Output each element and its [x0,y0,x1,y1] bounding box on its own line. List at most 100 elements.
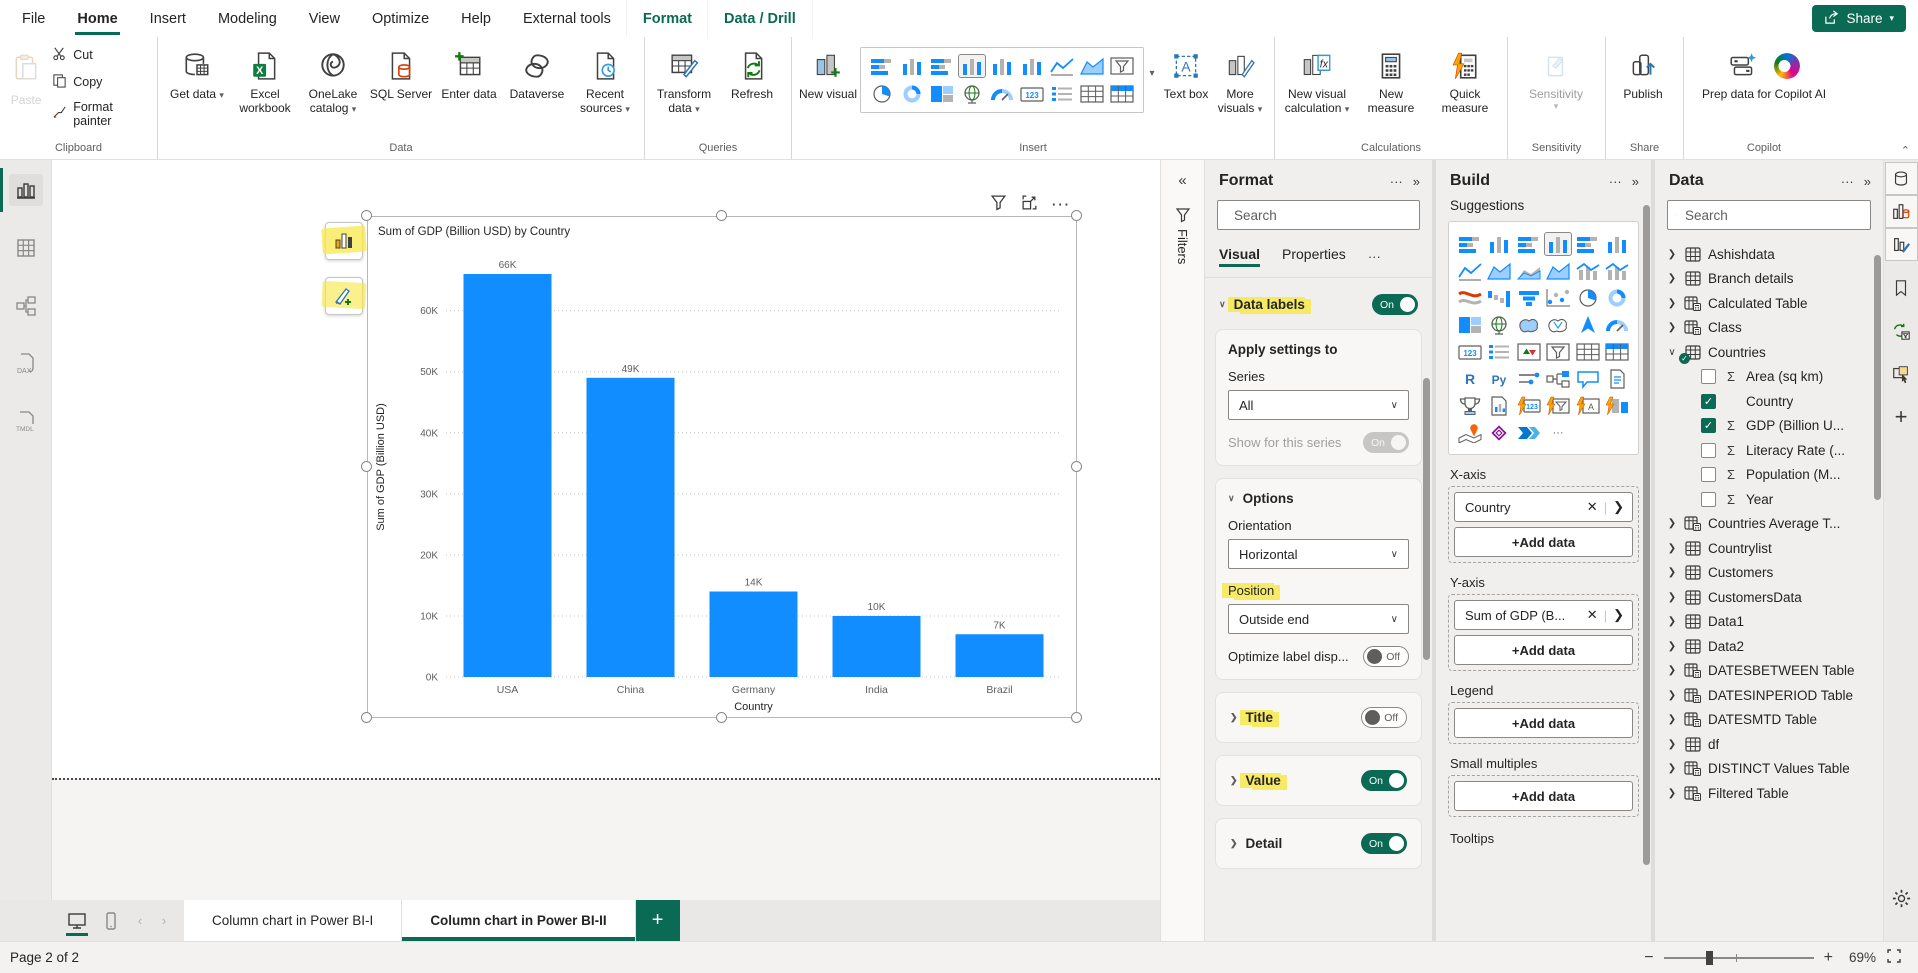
table-row-data2[interactable]: ❯Data2 [1661,634,1879,659]
table-icon[interactable] [1079,83,1105,105]
chevron-down-icon[interactable]: ∨ [1228,493,1235,504]
show-for-series-toggle[interactable]: On [1363,432,1409,453]
power-apps-icon[interactable] [1486,422,1512,444]
chevron-right-icon[interactable]: ❯ [1667,690,1677,701]
chevron-down-icon[interactable]: ∨ [1667,347,1677,358]
on-object-build-button[interactable] [325,222,363,260]
sensitivity-button[interactable]: Sensitivity ▾ [1514,41,1598,133]
stacked-column-chart-icon[interactable] [1486,233,1512,255]
chevron-right-icon[interactable]: ❯ [1667,763,1677,774]
field-checkbox[interactable] [1701,369,1716,384]
chevron-right-icon[interactable]: ❯ [1667,641,1677,652]
data-search[interactable] [1667,200,1871,230]
table-row-branch-details[interactable]: ❯Branch details [1661,267,1879,292]
paginated-report-icon[interactable] [1486,395,1512,417]
python-visual-icon[interactable]: Py [1486,368,1512,390]
format-painter-button[interactable]: Format painter [50,98,151,130]
line-and-stacked-column-chart-icon[interactable] [1575,260,1601,282]
clustered-column-chart-icon[interactable] [1545,233,1571,255]
tab-visual[interactable]: Visual [1219,246,1260,267]
remove-field-icon[interactable]: ✕ [1587,607,1598,623]
chevron-right-icon[interactable]: ❯ [1667,518,1677,529]
data-pane-button[interactable] [1885,162,1918,195]
table-row-data1[interactable]: ❯Data1 [1661,610,1879,635]
prep-data-copilot-button[interactable]: Prep data for Copilot AI [1690,41,1838,133]
100-stacked-column-chart-icon[interactable] [989,55,1015,77]
expand-pane-chevron[interactable]: « [1178,172,1186,189]
resize-handle[interactable] [361,712,372,723]
settings-gear-icon[interactable] [1885,882,1918,915]
treemap-icon[interactable] [1457,314,1483,336]
data-labels-section-label[interactable]: Data labels [1234,297,1305,312]
funnel-chart-icon[interactable] [1516,287,1542,309]
collapse-ribbon-chevron[interactable]: ⌃ [1901,144,1910,157]
zoom-in-button[interactable]: + [1824,949,1833,967]
get-data-button[interactable]: Get data ▾ [164,41,230,133]
field-row-gdp-billion-u-[interactable]: ✓ΣGDP (Billion U... [1661,414,1879,439]
mobile-layout-button[interactable] [96,906,126,936]
filter-icon[interactable] [990,194,1007,214]
shape-map-icon[interactable] [1545,314,1571,336]
table-row-datesmtd-table[interactable]: ❯DATESMTD Table [1661,708,1879,733]
field-options-chevron[interactable]: ❯ [1613,607,1624,623]
zoom-out-button[interactable]: − [1644,949,1653,967]
page-tab-column-chart-in-power-bi-i[interactable]: Column chart in Power BI-I [184,900,402,941]
slicer-icon[interactable] [1545,341,1571,363]
line-and-clustered-column-chart-icon[interactable] [1604,260,1630,282]
new-card-icon[interactable]: 123 [1516,395,1542,417]
more-tabs-icon[interactable]: ··· [1368,249,1381,264]
clustered-bar-chart-icon[interactable] [1604,233,1630,255]
clustered-bar-chart-icon[interactable] [1019,55,1045,77]
table-row-ashishdata[interactable]: ❯Ashishdata [1661,242,1879,267]
field-checkbox[interactable] [1701,443,1716,458]
more-visual-types-icon[interactable]: ··· [1545,422,1571,444]
tab-properties[interactable]: Properties [1282,246,1346,267]
map-icon[interactable] [959,83,985,105]
title-toggle[interactable]: Off [1361,707,1407,728]
add-data-button[interactable]: +Add data [1454,527,1633,557]
resize-handle[interactable] [361,461,372,472]
menu-item-view[interactable]: View [293,0,356,37]
menu-item-file[interactable]: File [6,0,61,37]
table-view-button[interactable] [9,232,43,264]
menu-item-modeling[interactable]: Modeling [202,0,293,37]
stacked-bar-chart-icon[interactable] [869,55,895,77]
donut-chart-icon[interactable] [899,83,925,105]
new-visual-calculation-button[interactable]: fxNew visual calculation ▾ [1281,41,1353,133]
add-data-button[interactable]: +Add data [1454,635,1633,665]
report-view-button[interactable] [9,174,43,206]
multi-row-card-icon[interactable] [1049,83,1075,105]
smart-narrative-icon[interactable] [1604,368,1630,390]
refresh-button[interactable]: Refresh [719,41,785,133]
arcgis-map-icon[interactable] [1457,422,1483,444]
zoom-slider[interactable] [1664,957,1814,959]
q-and-a-icon[interactable] [1575,368,1601,390]
chevron-right-icon[interactable]: ❯ [1667,249,1677,260]
section-label-detail[interactable]: Detail [1246,836,1283,851]
bookmarks-pane-button[interactable] [1885,271,1918,304]
stacked-area-chart-icon[interactable] [1516,260,1542,282]
card-icon[interactable]: 123 [1019,83,1045,105]
new-visual-button[interactable]: New visual [798,41,858,133]
new-measure-button[interactable]: New measure [1355,41,1427,133]
scatter-chart-icon[interactable] [1545,287,1571,309]
dax-query-view-button[interactable]: DAX [9,348,43,380]
field-options-chevron[interactable]: ❯ [1613,499,1624,515]
detail-toggle[interactable]: On [1361,833,1407,854]
ribbon-chart-icon[interactable] [1457,287,1483,309]
tmdl-view-button[interactable]: TMDL [9,406,43,438]
field-pill[interactable]: Country✕|❯ [1454,492,1633,522]
recent-sources-button[interactable]: Recent sources ▾ [572,41,638,133]
format-scrollbar[interactable] [1423,378,1430,660]
donut-chart-icon[interactable] [1604,287,1630,309]
next-page-arrow[interactable]: › [154,913,174,928]
field-row-population-m-[interactable]: ΣPopulation (M... [1661,463,1879,488]
100-stacked-bar-chart-icon[interactable] [1516,233,1542,255]
resize-handle[interactable] [716,210,727,221]
focus-mode-icon[interactable] [1021,194,1038,214]
table-row-countries-average-t-[interactable]: ❯Countries Average T... [1661,512,1879,537]
field-row-literacy-rate-[interactable]: ΣLiteracy Rate (... [1661,438,1879,463]
collapse-pane-icon[interactable]: » [1413,174,1420,189]
menu-item-data-drill[interactable]: Data / Drill [708,0,812,37]
clustered-column-chart-icon[interactable] [959,55,985,77]
